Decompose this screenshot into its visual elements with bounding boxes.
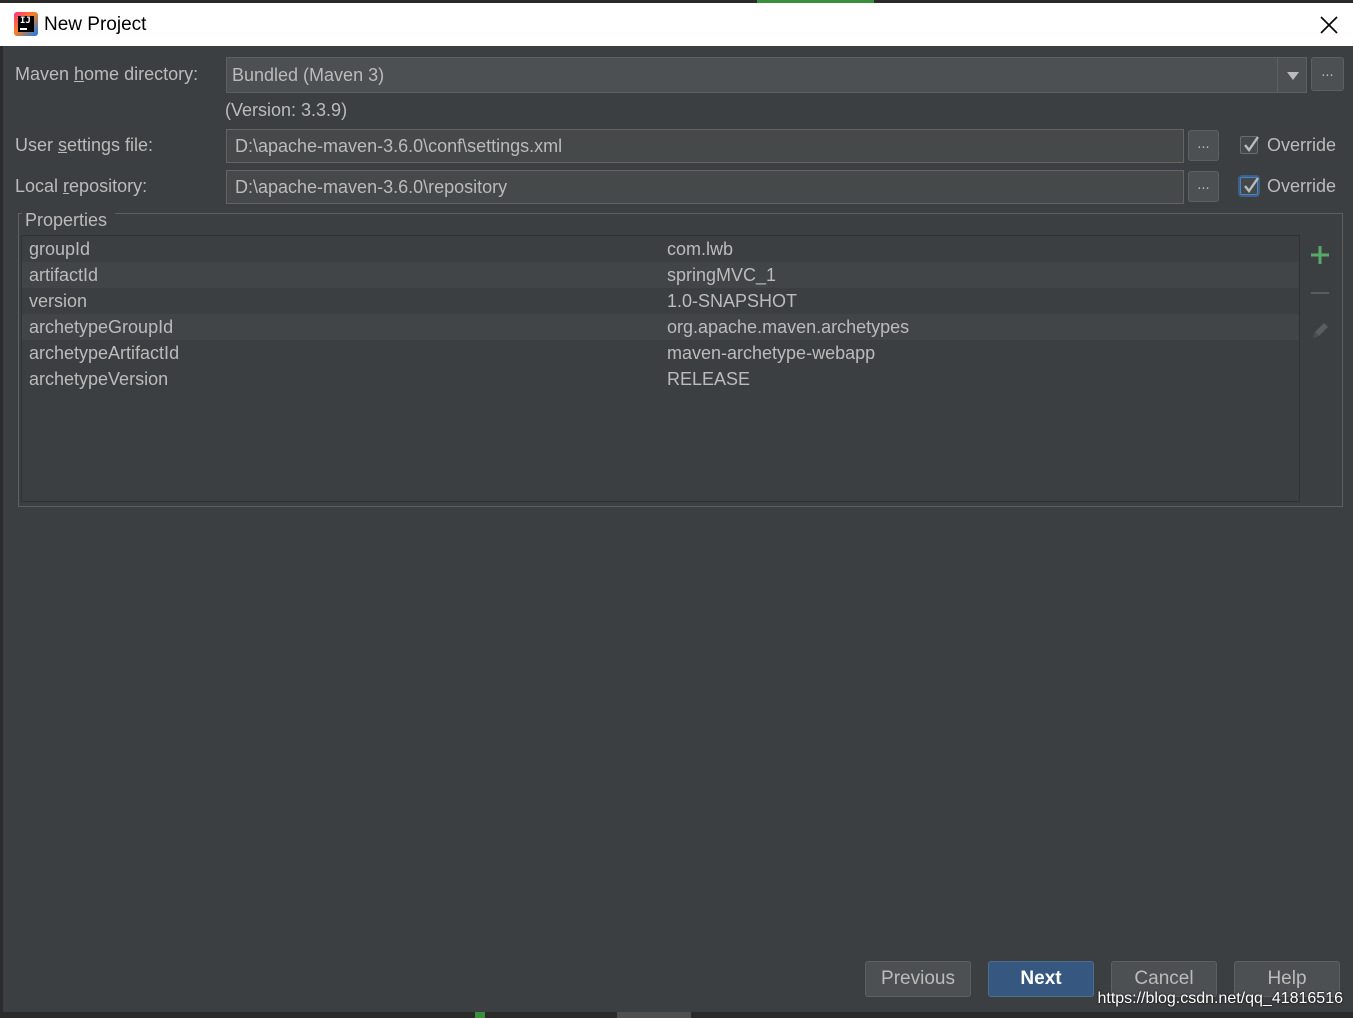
maven-home-browse-button[interactable]: ... — [1311, 57, 1344, 91]
add-icon — [1311, 246, 1329, 264]
table-row[interactable]: archetypeGroupId org.apache.maven.archet… — [22, 314, 1299, 340]
property-value: 1.0-SNAPSHOT — [667, 291, 798, 311]
window-left-edge — [0, 46, 3, 1018]
window-title: New Project — [44, 14, 147, 35]
property-key: version — [29, 291, 88, 311]
edit-icon — [1313, 323, 1328, 338]
local-repository-browse-button[interactable]: ... — [1188, 171, 1219, 202]
local-repository-input[interactable]: D:\apache-maven-3.6.0\repository — [226, 170, 1184, 204]
edit-property-button[interactable] — [1308, 319, 1332, 343]
maven-home-label: Maven home directory: — [15, 64, 199, 84]
title-bar-accent — [757, 0, 874, 3]
remove-property-button[interactable] — [1308, 281, 1332, 305]
checkmark-icon — [1244, 136, 1259, 153]
property-key: archetypeVersion — [29, 369, 169, 389]
property-value: org.apache.maven.archetypes — [667, 317, 910, 337]
maven-home-dropdown[interactable] — [1277, 57, 1307, 93]
next-button[interactable]: Next — [988, 961, 1094, 997]
title-bar: IJ New Project — [0, 0, 1353, 46]
taskbar-edge — [0, 1012, 1353, 1018]
remove-icon — [1311, 292, 1329, 294]
maven-home-combobox[interactable]: Bundled (Maven 3) — [226, 57, 1278, 93]
property-key: artifactId — [29, 265, 99, 285]
property-value: com.lwb — [667, 239, 734, 259]
local-repository-override-label: Override — [1267, 176, 1337, 196]
property-value: springMVC_1 — [667, 265, 777, 285]
property-key: archetypeGroupId — [29, 317, 174, 337]
intellij-idea-icon: IJ — [14, 12, 38, 36]
add-property-button[interactable] — [1308, 243, 1332, 267]
property-key: groupId — [29, 239, 91, 259]
close-button[interactable] — [1317, 13, 1341, 37]
table-row[interactable]: version 1.0-SNAPSHOT — [22, 288, 1299, 314]
user-settings-override-label: Override — [1267, 135, 1337, 155]
table-row[interactable]: artifactId springMVC_1 — [22, 262, 1299, 288]
properties-table[interactable]: groupId com.lwb artifactId springMVC_1 v… — [21, 235, 1299, 502]
user-settings-override-checkbox[interactable] — [1240, 136, 1259, 154]
user-settings-input[interactable]: D:\apache-maven-3.6.0\conf\settings.xml — [226, 129, 1184, 163]
properties-toolbar — [1299, 235, 1341, 502]
maven-version-note: (Version: 3.3.9) — [225, 100, 348, 120]
close-icon — [1320, 16, 1338, 34]
chevron-down-icon — [1287, 72, 1299, 80]
local-repository-label: Local repository: — [15, 176, 148, 196]
property-value: RELEASE — [667, 369, 751, 389]
user-settings-browse-button[interactable]: ... — [1188, 130, 1219, 161]
property-value: maven-archetype-webapp — [667, 343, 876, 363]
watermark-url: https://blog.csdn.net/qq_41816516 — [1097, 990, 1343, 1007]
checkmark-icon — [1244, 177, 1259, 194]
property-key: archetypeArtifactId — [29, 343, 180, 363]
previous-button[interactable]: Previous — [865, 961, 971, 997]
table-row[interactable]: groupId com.lwb — [22, 236, 1299, 262]
user-settings-label: User settings file: — [15, 135, 154, 155]
local-repository-override-checkbox[interactable] — [1240, 177, 1259, 195]
table-row[interactable]: archetypeVersion RELEASE — [22, 366, 1299, 392]
table-row[interactable]: archetypeArtifactId maven-archetype-weba… — [22, 340, 1299, 366]
properties-legend: Properties — [24, 209, 109, 231]
